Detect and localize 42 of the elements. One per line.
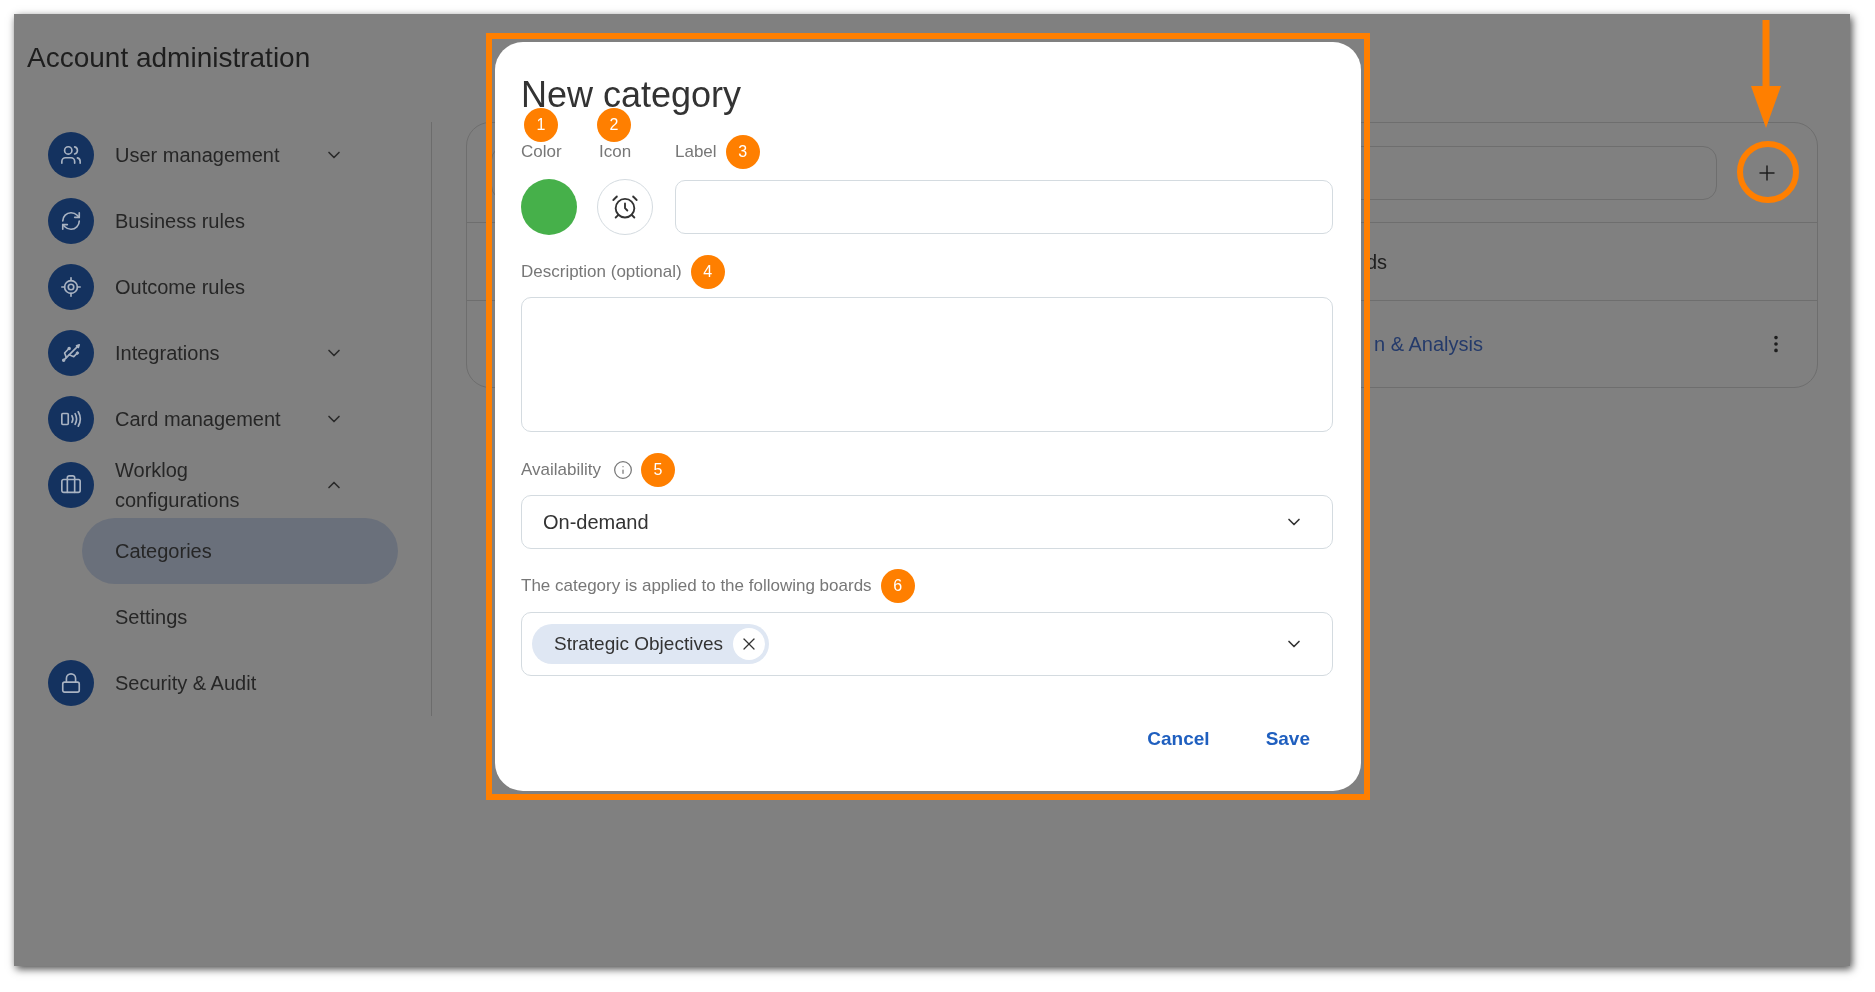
info-icon[interactable] xyxy=(613,460,633,480)
description-input[interactable] xyxy=(521,297,1333,432)
field-label: The category is applied to the following boards xyxy=(521,575,872,598)
field-label: Color xyxy=(521,141,563,164)
field-label: Label xyxy=(675,141,717,164)
callout-badge: 5 xyxy=(641,453,675,487)
sidebar-item[interactable]: Outcome rules xyxy=(14,254,366,320)
dialog-button[interactable]: Save xyxy=(1249,717,1326,762)
phone-icon xyxy=(48,396,94,442)
target-icon xyxy=(48,264,94,310)
sidebar-subitem[interactable]: Categories xyxy=(82,518,398,584)
label-input[interactable] xyxy=(675,180,1333,234)
sidebar-item[interactable]: Integrations xyxy=(14,320,366,386)
sidebar-item[interactable]: User management xyxy=(14,122,366,188)
callout-badge: 1 xyxy=(524,108,558,142)
callout-badge: 4 xyxy=(690,255,725,289)
alarm-clock-icon xyxy=(611,193,639,221)
availability-select[interactable]: On-demand xyxy=(521,495,1333,549)
board-chip-label: Strategic Objectives xyxy=(554,631,723,656)
callout-badge: 3 xyxy=(725,135,760,169)
boards-select[interactable]: Strategic Objectives xyxy=(521,612,1333,676)
sidebar-item[interactable]: Worklog configurations xyxy=(14,452,366,518)
refresh-icon xyxy=(48,198,94,244)
sidebar-item[interactable]: Security & Audit xyxy=(14,650,366,716)
sidebar-item[interactable]: Card management xyxy=(14,386,366,452)
people-icon xyxy=(48,132,94,178)
color-swatch[interactable] xyxy=(521,179,577,235)
sidebar-subitem[interactable]: Settings xyxy=(82,584,398,650)
highlight-ring xyxy=(1737,141,1799,203)
dialog-button[interactable]: Cancel xyxy=(1131,717,1226,762)
field-label: Description (optional) xyxy=(521,261,682,284)
usb-icon xyxy=(48,330,94,376)
sidebar-item[interactable]: Business rules xyxy=(14,188,366,254)
category-link[interactable]: n & Analysis xyxy=(1374,329,1765,359)
page-title: Account administration xyxy=(27,41,312,75)
remove-chip-button[interactable] xyxy=(732,628,765,660)
briefcase-icon xyxy=(48,462,94,508)
lock-icon xyxy=(48,660,94,706)
field-label: Availability xyxy=(521,459,601,482)
callout-badge: 2 xyxy=(597,108,631,142)
field-label: Icon xyxy=(598,141,633,164)
callout-badge: 6 xyxy=(880,569,915,603)
